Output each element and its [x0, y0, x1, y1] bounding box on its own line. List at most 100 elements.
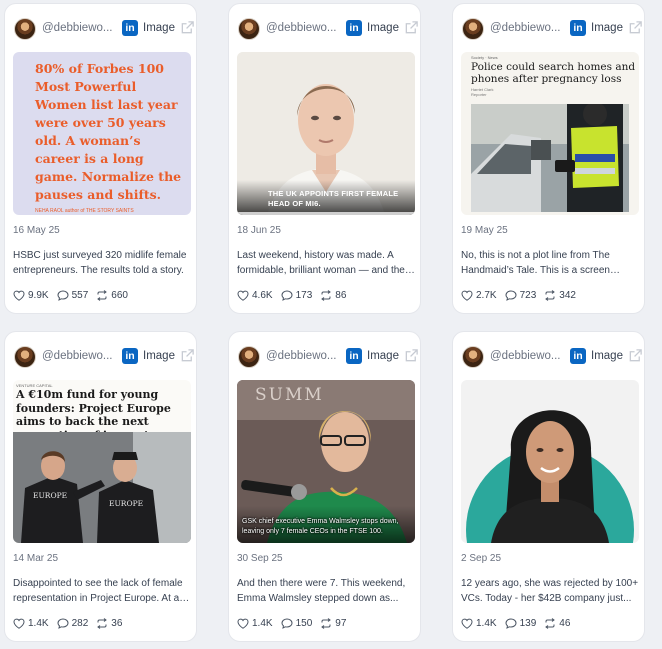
repost-icon	[97, 289, 108, 301]
linkedin-icon: in	[346, 20, 362, 36]
engagement-stats: 1.4K 150 97	[237, 616, 354, 630]
comments-count: 557	[71, 289, 89, 301]
engagement-stats: 1.4K 282 36	[13, 616, 130, 630]
shirt-text: EUROPE	[109, 499, 143, 508]
linkedin-icon: in	[346, 348, 362, 364]
card-header: @debbiewo... in Image	[453, 15, 644, 41]
linkedin-icon: in	[570, 20, 586, 36]
reposts-count: 97	[335, 617, 347, 629]
post-caption: 12 years ago, she was rejected by 100+ V…	[461, 578, 639, 604]
comment-icon	[281, 289, 293, 301]
comments-stat: 723	[505, 289, 536, 301]
repost-icon	[321, 617, 332, 629]
reposts-count: 36	[111, 617, 123, 629]
comment-icon	[57, 617, 69, 629]
card-header: @debbiewo... in Image	[5, 343, 196, 369]
post-type-label: Image	[591, 350, 623, 362]
card-header: @debbiewo... in Image	[5, 15, 196, 41]
likes-count: 1.4K	[252, 617, 273, 629]
post-image[interactable]: Society · News Police could search homes…	[461, 52, 639, 215]
likes-stat: 2.7K	[461, 290, 497, 301]
likes-count: 4.6K	[252, 289, 273, 301]
avatar	[462, 18, 484, 40]
shirt-text: EUROPE	[33, 491, 67, 500]
comments-stat: 139	[505, 617, 537, 629]
linkedin-icon: in	[122, 20, 138, 36]
post-caption: Disappointed to see the lack of female r…	[13, 578, 183, 604]
linkedin-icon: in	[122, 348, 138, 364]
post-card[interactable]: @debbiewo... in Image SUMM GSK chief exe…	[228, 331, 421, 642]
heart-icon	[237, 618, 249, 629]
external-link-icon[interactable]	[628, 348, 643, 363]
heart-icon	[461, 290, 473, 301]
police-photo	[471, 104, 629, 212]
post-date: 16 May 25	[13, 225, 60, 236]
username[interactable]: @debbiewo...	[490, 22, 561, 34]
post-date: 2 Sep 25	[461, 553, 502, 564]
heart-icon	[13, 618, 25, 629]
likes-stat: 9.9K	[13, 290, 49, 301]
post-card[interactable]: @debbiewo... in Image VENTURE CAPITAL A …	[4, 331, 197, 642]
card-header: @debbiewo... in Image	[229, 15, 420, 41]
post-card[interactable]: @debbiewo... in Image 80% of Forbes 100 …	[4, 3, 197, 314]
username[interactable]: @debbiewo...	[42, 22, 113, 34]
comment-icon	[281, 617, 293, 629]
post-caption: Last weekend, history was made. A formid…	[237, 250, 405, 276]
reposts-stat: 660	[96, 290, 128, 301]
founder-portrait	[461, 380, 639, 543]
reposts-stat: 342	[544, 290, 576, 301]
external-link-icon[interactable]	[180, 348, 195, 363]
username[interactable]: @debbiewo...	[266, 22, 337, 34]
comment-icon	[505, 289, 517, 301]
comment-icon	[57, 289, 69, 301]
external-link-icon[interactable]	[404, 20, 419, 35]
card-header: @debbiewo... in Image	[453, 343, 644, 369]
comment-icon	[505, 617, 517, 629]
post-image[interactable]: THE UK APPOINTS FIRST FEMALE HEAD OF MI6…	[237, 52, 415, 215]
quote-attribution: NEHA RAOL author of THE STORY SAINTS	[35, 208, 134, 214]
username[interactable]: @debbiewo...	[42, 350, 113, 362]
linkedin-icon: in	[570, 348, 586, 364]
external-link-icon[interactable]	[180, 20, 195, 35]
post-type-label: Image	[591, 22, 623, 34]
comments-stat: 150	[281, 617, 313, 629]
likes-count: 9.9K	[28, 289, 49, 301]
post-type-label: Image	[367, 350, 399, 362]
username[interactable]: @debbiewo...	[266, 350, 337, 362]
comments-count: 139	[519, 617, 537, 629]
avatar	[462, 346, 484, 368]
repost-icon	[97, 617, 108, 629]
post-image[interactable]: 80% of Forbes 100 Most Powerful Women li…	[13, 52, 191, 215]
post-card[interactable]: @debbiewo... in Image THE UK APPOINTS FI…	[228, 3, 421, 314]
comments-count: 150	[295, 617, 313, 629]
news-byline: Harriet Clark Reporter	[471, 87, 494, 97]
post-image[interactable]: VENTURE CAPITAL A €10m fund for young fo…	[13, 380, 191, 543]
heart-icon	[13, 290, 25, 301]
likes-stat: 1.4K	[461, 618, 497, 629]
comments-stat: 282	[57, 617, 88, 629]
heart-icon	[461, 618, 473, 629]
reposts-stat: 46	[544, 618, 570, 629]
likes-stat: 4.6K	[237, 290, 273, 301]
external-link-icon[interactable]	[404, 348, 419, 363]
engagement-stats: 4.6K 173 86	[237, 288, 354, 302]
reposts-stat: 36	[96, 618, 122, 629]
post-date: 19 May 25	[461, 225, 508, 236]
avatar	[238, 346, 260, 368]
post-type-label: Image	[367, 22, 399, 34]
founders-photo: EUROPE EUROPE	[13, 432, 191, 543]
post-type-label: Image	[143, 22, 175, 34]
post-card[interactable]: @debbiewo... in Image Society · News Pol…	[452, 3, 645, 314]
avatar	[238, 18, 260, 40]
avatar	[14, 346, 36, 368]
post-image[interactable]	[461, 380, 639, 543]
external-link-icon[interactable]	[628, 20, 643, 35]
post-type-label: Image	[143, 350, 175, 362]
username[interactable]: @debbiewo...	[490, 350, 561, 362]
post-image[interactable]: SUMM GSK chief executive Emma Walmsley s…	[237, 380, 415, 543]
avatar	[14, 18, 36, 40]
engagement-stats: 1.4K 139 46	[461, 616, 578, 630]
background-text: SUMM	[255, 385, 324, 405]
post-card[interactable]: @debbiewo... in Image 2 Sep 25 12 years …	[452, 331, 645, 642]
repost-icon	[545, 289, 556, 301]
